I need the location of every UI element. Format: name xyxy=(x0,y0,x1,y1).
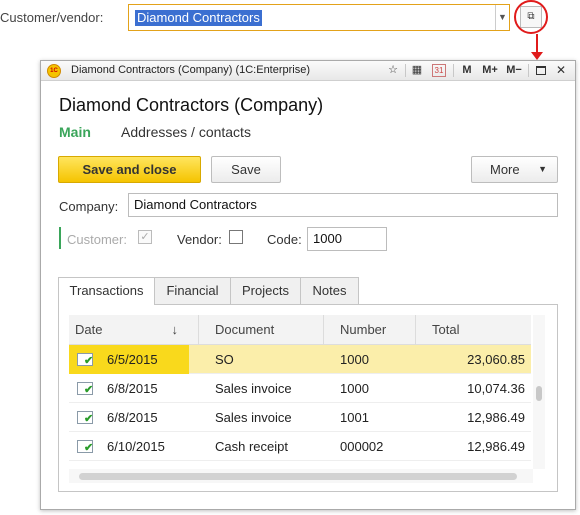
column-header-date-label: Date xyxy=(75,322,103,337)
posted-document-icon: ✔ xyxy=(77,411,93,425)
grid-header: Date ↓ Document Number Total xyxy=(69,315,531,345)
table-row[interactable]: 6/8/2015 ✔ Sales invoice 1000 10,074.36 xyxy=(69,374,531,403)
page-title: Diamond Contractors (Company) xyxy=(59,95,324,115)
calendar-icon[interactable]: 31 xyxy=(432,64,446,77)
toolbar-divider xyxy=(453,64,454,77)
more-button-label: More xyxy=(490,162,520,177)
table-row[interactable]: 6/8/2015 ✔ Sales invoice 1001 12,986.49 xyxy=(69,403,531,432)
posted-document-icon: ✔ xyxy=(77,382,93,396)
company-input[interactable]: Diamond Contractors xyxy=(128,193,558,217)
annotation-arrow-head xyxy=(531,52,543,60)
tab-addresses-contacts[interactable]: Addresses / contacts xyxy=(121,124,251,140)
sort-arrow-icon: ↓ xyxy=(171,322,179,337)
dropdown-arrow-icon[interactable]: ▼ xyxy=(495,5,509,30)
chevron-down-icon: ▼ xyxy=(538,164,547,174)
table-row[interactable]: 6/10/2015 ✔ Cash receipt 000002 12,986.4… xyxy=(69,432,531,461)
annotation-circle xyxy=(514,0,548,34)
horizontal-scroll-thumb[interactable] xyxy=(79,473,517,480)
code-label: Code: xyxy=(267,232,302,247)
vendor-label: Vendor: xyxy=(177,232,222,247)
company-label: Company: xyxy=(59,199,119,214)
cell-total: 12,986.49 xyxy=(467,410,525,425)
customer-label: Customer: xyxy=(67,232,127,247)
window-titlebar[interactable]: 1C Diamond Contractors (Company) (1C:Ent… xyxy=(41,61,575,81)
cell-document: Sales invoice xyxy=(215,381,292,396)
column-header-document[interactable]: Document xyxy=(199,315,324,345)
vertical-scroll-thumb[interactable] xyxy=(536,386,542,401)
cell-number: 1000 xyxy=(340,381,369,396)
memory-minus-button[interactable]: M− xyxy=(504,63,524,78)
customer-vendor-value: Diamond Contractors xyxy=(135,10,262,26)
column-header-number[interactable]: Number xyxy=(324,315,416,345)
cell-total: 10,074.36 xyxy=(467,381,525,396)
transactions-panel: Date ↓ Document Number Total 6/5/2015 ✔ … xyxy=(58,304,558,492)
cell-total: 23,060.85 xyxy=(467,352,525,367)
save-and-close-button[interactable]: Save and close xyxy=(58,156,201,183)
tab-notes[interactable]: Notes xyxy=(300,277,359,304)
maximize-icon[interactable] xyxy=(534,63,548,78)
app-logo-icon: 1C xyxy=(47,64,61,78)
posted-document-icon: ✔ xyxy=(77,440,93,454)
cell-document: SO xyxy=(215,352,234,367)
code-input[interactable]: 1000 xyxy=(307,227,387,251)
window-title: Diamond Contractors (Company) (1C:Enterp… xyxy=(71,64,311,76)
cell-number: 1001 xyxy=(340,410,369,425)
cell-document: Sales invoice xyxy=(215,410,292,425)
tab-financial[interactable]: Financial xyxy=(154,277,231,304)
toolbar-divider xyxy=(405,64,406,77)
memory-plus-button[interactable]: M+ xyxy=(480,63,500,78)
star-icon[interactable]: ☆ xyxy=(386,63,400,78)
cell-number: 1000 xyxy=(340,352,369,367)
company-window: 1C Diamond Contractors (Company) (1C:Ent… xyxy=(40,60,576,510)
memory-button[interactable]: M xyxy=(460,63,474,78)
cell-number: 000002 xyxy=(340,439,384,454)
customer-vendor-label: Customer/vendor: xyxy=(0,10,104,25)
customer-checkbox: ✓ xyxy=(138,230,152,244)
toolbar-divider xyxy=(528,64,529,77)
tab-projects[interactable]: Projects xyxy=(230,277,301,304)
tab-transactions[interactable]: Transactions xyxy=(58,277,155,305)
column-header-total[interactable]: Total xyxy=(416,315,531,345)
more-button[interactable]: More ▼ xyxy=(471,156,558,183)
group-marker xyxy=(59,227,61,249)
column-header-date[interactable]: Date ↓ xyxy=(69,315,199,345)
vendor-checkbox[interactable] xyxy=(229,230,243,244)
tab-main[interactable]: Main xyxy=(59,124,91,140)
posted-document-icon: ✔ xyxy=(77,353,93,367)
annotation-arrow xyxy=(536,34,538,54)
calculator-icon[interactable]: ▦ xyxy=(410,63,424,78)
save-button[interactable]: Save xyxy=(211,156,281,183)
table-row[interactable]: 6/5/2015 ✔ SO 1000 23,060.85 xyxy=(69,345,531,374)
cell-document: Cash receipt xyxy=(215,439,288,454)
close-icon[interactable]: ✕ xyxy=(554,63,568,78)
cell-total: 12,986.49 xyxy=(467,439,525,454)
customer-vendor-input[interactable]: Diamond Contractors ▼ xyxy=(128,4,510,31)
